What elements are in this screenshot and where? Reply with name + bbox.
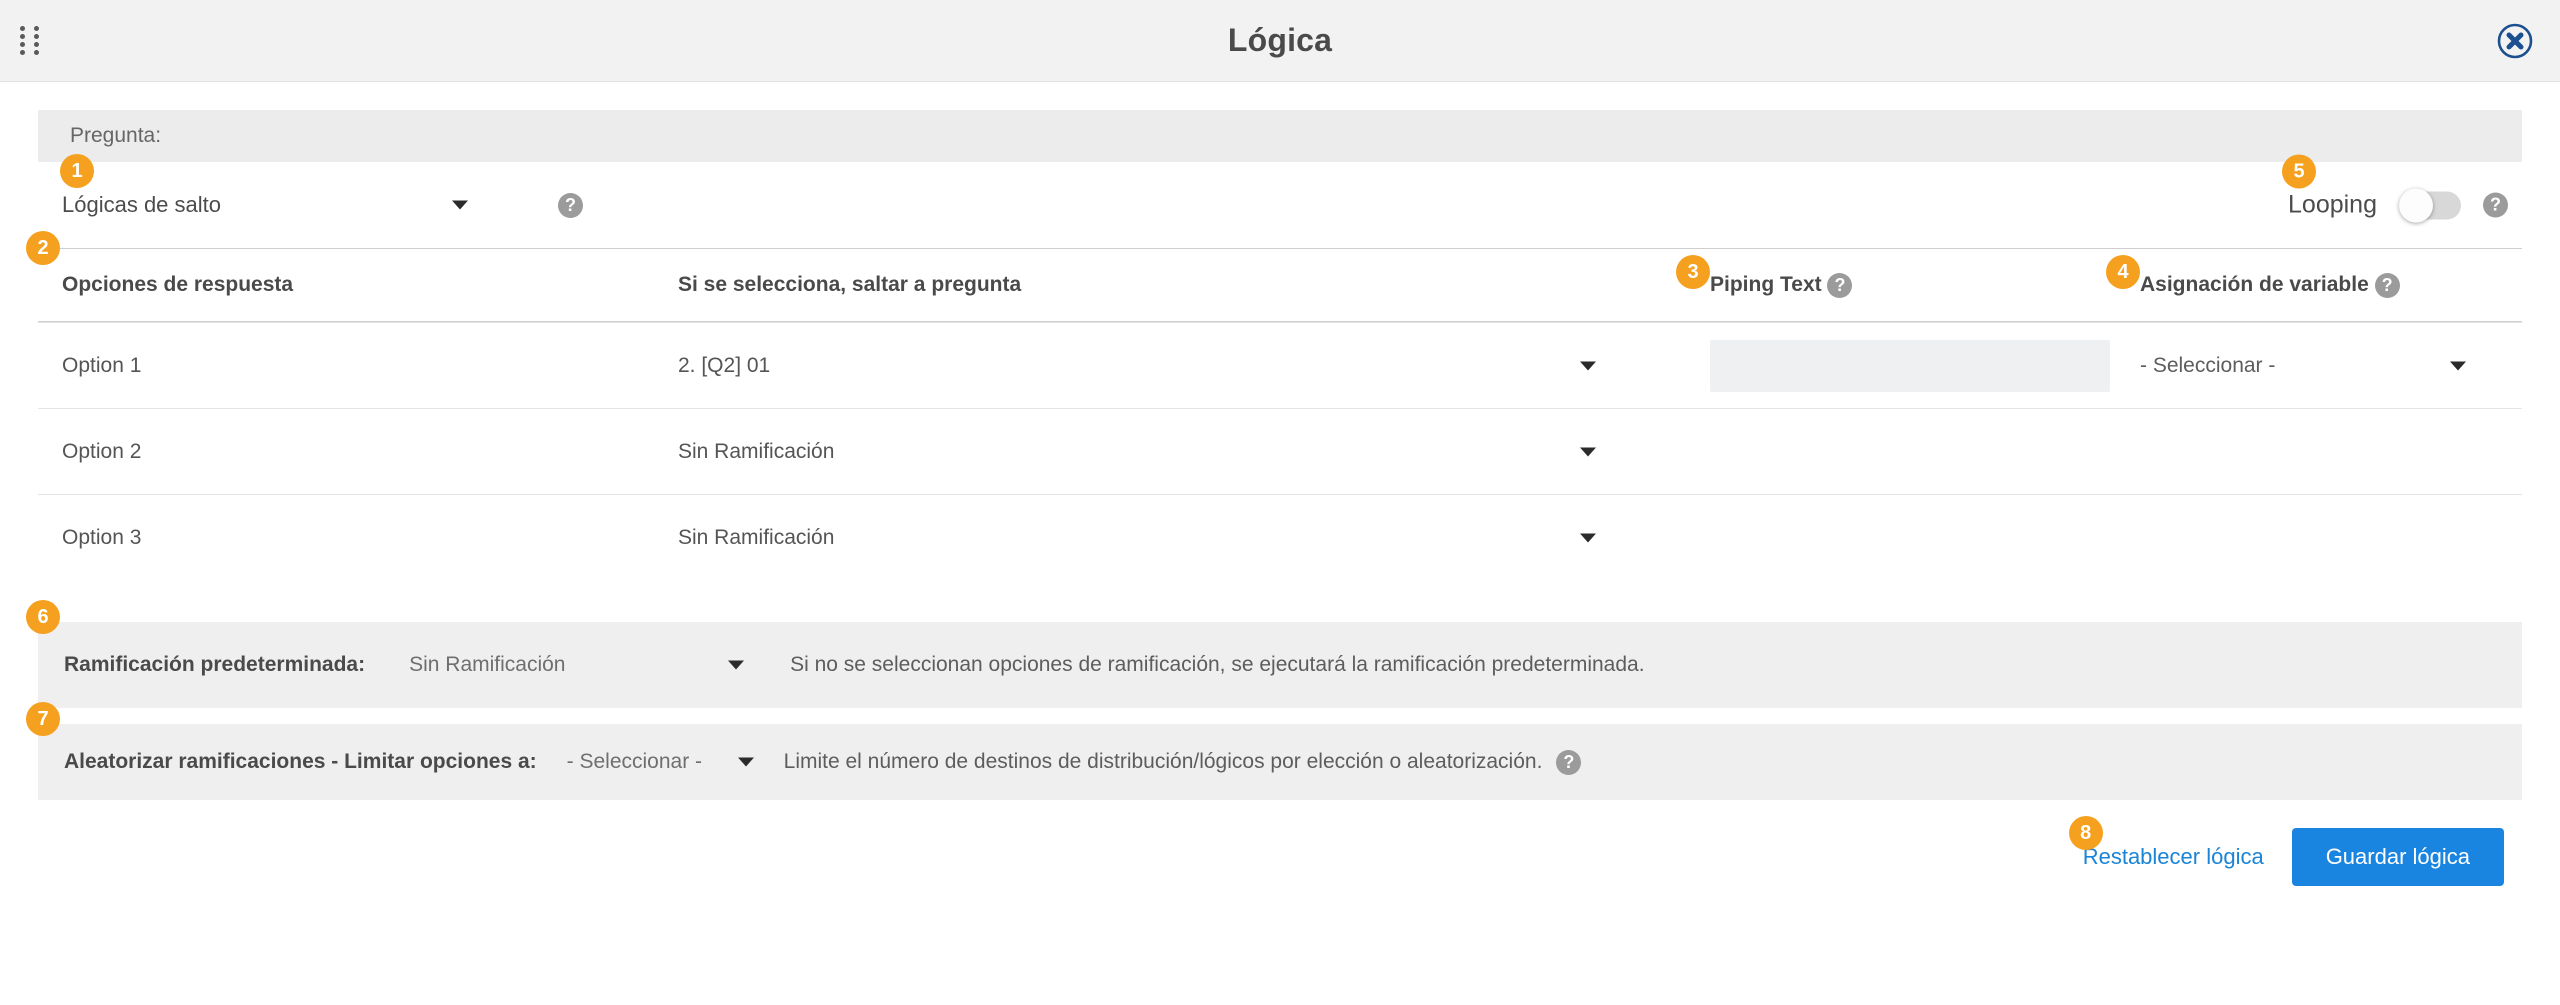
row-option-label: Option 3 (62, 525, 142, 549)
default-branching-select[interactable]: Sin Ramificación (409, 653, 754, 677)
row-variable-value: - Seleccionar - (2140, 353, 2276, 377)
page-title: Lógica (1227, 22, 1333, 58)
row-jump-value: 2. [Q2] 01 (678, 353, 771, 377)
badge-4: 4 (2106, 254, 2140, 289)
chevron-down-icon (2450, 361, 2466, 370)
chevron-down-icon (1580, 447, 1596, 456)
drag-dots-icon[interactable] (20, 25, 42, 56)
row-variable-select[interactable]: - Seleccionar - (2118, 354, 2518, 378)
row-option-label: Option 1 (62, 353, 142, 377)
column-header-variable-label: Asignación de variable (2140, 272, 2369, 296)
logic-table: 2 Opciones de respuesta Si se selecciona… (26, 231, 2522, 580)
looping-control: 5 Looping ? (2282, 154, 2508, 222)
logic-modal: Lógica Pregunta: 1 Lógicas de salto ? 5 (0, 0, 2560, 1005)
default-branching-value: Sin Ramificación (409, 653, 566, 676)
column-header-options: 2 Opciones de respuesta (26, 231, 668, 297)
logic-type-help-icon[interactable]: ? (558, 192, 583, 218)
reset-logic-label: Restablecer lógica (2082, 844, 2264, 869)
looping-label: 5 Looping (2282, 154, 2377, 220)
modal-header: Lógica (0, 0, 2560, 82)
randomize-help-icon[interactable]: ? (1556, 749, 1582, 775)
row-option-label: Option 2 (62, 439, 142, 463)
randomize-limit-value: - Seleccionar - (566, 750, 703, 773)
logic-type-value: Lógicas de salto (62, 192, 221, 217)
modal-body: Pregunta: 1 Lógicas de salto ? 5 Looping… (0, 110, 2560, 888)
column-header-jump: Si se selecciona, saltar a pregunta (668, 273, 1688, 297)
looping-help-icon[interactable]: ? (2483, 192, 2508, 218)
default-branching-label: Ramificación predeterminada: (64, 653, 366, 676)
row-jump-select[interactable]: Sin Ramificación (668, 440, 1688, 464)
row-jump-value: Sin Ramificación (678, 439, 835, 463)
column-header-variable: 4 Asignación de variable ? (2106, 254, 2518, 298)
row-jump-select[interactable]: 2. [Q2] 01 (668, 354, 1688, 378)
question-bar: Pregunta: (38, 110, 2522, 162)
column-header-piping: 3 Piping Text ? (1676, 254, 2118, 298)
badge-1: 1 (60, 154, 94, 188)
toggle-knob (2399, 188, 2433, 222)
save-logic-button[interactable]: Guardar lógica (2291, 828, 2504, 886)
variable-help-icon[interactable]: ? (2374, 272, 2400, 298)
piping-help-icon[interactable]: ? (1827, 272, 1853, 298)
randomize-panel: 7 Aleatorizar ramificaciones - Limitar o… (26, 702, 2522, 800)
column-header-piping-label: Piping Text (1710, 272, 1822, 296)
column-header-options-label: Opciones de respuesta (62, 273, 294, 296)
chevron-down-icon (1580, 361, 1596, 370)
logic-type-select[interactable]: 1 Lógicas de salto (38, 154, 558, 218)
row-jump-select[interactable]: Sin Ramificación (668, 526, 1688, 550)
randomize-note: Limite el número de destinos de distribu… (783, 750, 1543, 773)
looping-toggle[interactable] (2399, 188, 2461, 222)
badge-2: 2 (26, 231, 60, 265)
reset-logic-link[interactable]: 8 Restablecer lógica (2068, 816, 2264, 870)
randomize-limit-select[interactable]: - Seleccionar - (566, 750, 754, 774)
row-piping-cell (1688, 339, 2118, 392)
table-row: Option 3 Sin Ramificación (38, 494, 2522, 580)
question-label: Pregunta: (70, 124, 162, 147)
chevron-down-icon (737, 757, 754, 767)
badge-6: 6 (26, 600, 60, 634)
row-jump-value: Sin Ramificación (678, 525, 835, 549)
chevron-down-icon (728, 660, 745, 670)
looping-label-text: Looping (2288, 190, 2377, 219)
badge-7: 7 (26, 702, 60, 736)
logic-type-row: 1 Lógicas de salto ? 5 Looping ? (38, 154, 2522, 248)
randomize-label: Aleatorizar ramificaciones - Limitar opc… (64, 750, 537, 773)
chevron-down-icon (452, 200, 468, 210)
table-header-row: 2 Opciones de respuesta Si se selecciona… (26, 231, 2522, 322)
close-circle-icon[interactable] (2494, 20, 2536, 62)
piping-text-input[interactable] (1710, 339, 2110, 392)
modal-footer: 8 Restablecer lógica Guardar lógica (38, 816, 2522, 888)
table-row: Option 2 Sin Ramificación (38, 408, 2522, 494)
column-header-jump-label: Si se selecciona, saltar a pregunta (678, 273, 1022, 296)
chevron-down-icon (1580, 533, 1596, 542)
badge-8: 8 (2068, 816, 2103, 850)
badge-5: 5 (2282, 154, 2317, 189)
default-branching-panel: 6 Ramificación predeterminada: Sin Ramif… (26, 600, 2522, 708)
default-branching-note: Si no se seleccionan opciones de ramific… (790, 653, 1645, 676)
badge-3: 3 (1676, 254, 1710, 289)
table-row: Option 1 2. [Q2] 01 - Seleccionar - (38, 322, 2522, 408)
